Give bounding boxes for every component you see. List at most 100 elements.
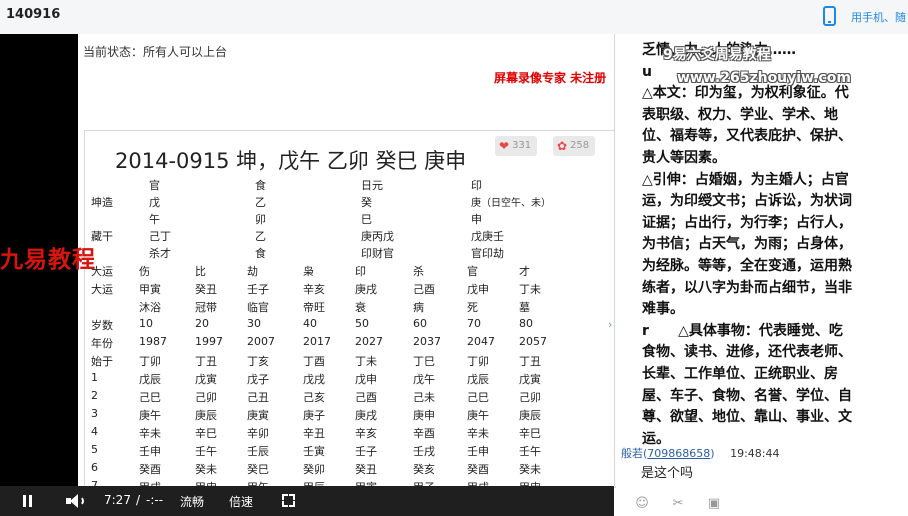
chart-cell: 己酉 <box>355 391 377 404</box>
chart-cell: 壬辰 <box>247 445 269 458</box>
flower-count: 258 <box>570 140 590 151</box>
chat-message-meta: 般若(709868658) 19:48:44 <box>621 447 780 460</box>
chart-cell: 壬子 <box>355 445 377 458</box>
mobile-link[interactable]: 用手机、随 <box>851 9 906 25</box>
chart-cell: 病 <box>413 301 424 314</box>
chart-cell: 癸酉 <box>467 463 489 476</box>
chart-cell: 才 <box>519 265 530 278</box>
chart-row-label: 1 <box>91 371 98 384</box>
lecture-line: 难事。 <box>642 301 684 318</box>
chart-cell: 庚丙戊 <box>361 230 394 243</box>
chart-row: 大运 甲寅 癸丑 壬子 辛亥 庚戌 己酉 戊申 丁未 <box>91 281 611 297</box>
chart-row: 岁数 10 20 30 40 50 60 70 80 <box>91 317 611 333</box>
chart-cell: 劫 <box>247 265 258 278</box>
chart-row-label: 6 <box>91 461 98 474</box>
chart-cell: 印 <box>471 179 482 192</box>
chart-cell: 申 <box>471 213 482 226</box>
fullscreen-icon[interactable] <box>282 494 295 507</box>
chart-row-label: 2 <box>91 389 98 402</box>
smile-icon[interactable]: ☺ <box>634 496 650 512</box>
chart-row: 4 辛未 辛巳 辛卯 辛丑 辛亥 辛酉 辛未 辛巳 <box>91 425 611 441</box>
chart-cell: 丁丑 <box>195 355 217 368</box>
chart-cell: 10 <box>139 317 153 330</box>
chart-cell: 50 <box>355 317 369 330</box>
chart-cell: 庚子 <box>303 409 325 422</box>
chart-cell: 辛巳 <box>195 427 217 440</box>
lecture-line: 为经脉。等等，全在变通，运用熟 <box>642 257 852 274</box>
site-watermark-url: www.265zhouyiw.com <box>677 70 851 86</box>
chart-cell: 丁卯 <box>467 355 489 368</box>
chart-cell: 癸丑 <box>195 283 217 296</box>
chart-row: 坤造 戊 乙 癸 庚（日空午、未） <box>91 194 611 210</box>
lecture-line: 食物、读书、进修，还代表老师、 <box>642 344 852 361</box>
chart-cell: 2007 <box>247 335 275 348</box>
chart-row: 3 庚午 庚辰 庚寅 庚子 庚戌 庚申 庚午 庚辰 <box>91 407 611 423</box>
chart-cell: 午 <box>149 213 160 226</box>
chart-cell: 己丑 <box>247 391 269 404</box>
heart-badge[interactable]: ❤ 331 <box>495 136 538 156</box>
chart-cell: 庚辰 <box>519 409 541 422</box>
chat-user-id[interactable]: 709868658 <box>647 447 710 460</box>
chart-cell: 戊子 <box>247 373 269 386</box>
chart-cell: 庚申 <box>413 409 435 422</box>
chart-cell: 40 <box>303 317 317 330</box>
time-separator: / <box>136 493 141 507</box>
chart-row: 大运伤比劫枭印杀官才 <box>91 263 611 279</box>
chat-user[interactable]: 般若 <box>621 447 643 460</box>
chart-cell: 30 <box>247 317 261 330</box>
chart-cell: 癸未 <box>195 463 217 476</box>
chat-message: 是这个吗 <box>641 466 694 481</box>
chart-cell: 丁丑 <box>519 355 541 368</box>
chart-cell: 庚午 <box>467 409 489 422</box>
chart-row-label: 年份 <box>91 337 113 350</box>
chart-cell: 壬寅 <box>303 445 325 458</box>
chart-cell: 壬申 <box>467 445 489 458</box>
quality-button[interactable]: 流畅 <box>180 493 204 510</box>
flower-badge[interactable]: ✿ 258 <box>553 136 596 156</box>
image-icon[interactable]: ▣ <box>706 496 722 512</box>
chart-cell: 丁未 <box>355 355 377 368</box>
chart-cell: 戊申 <box>355 373 377 386</box>
chart-cell: 衰 <box>355 301 366 314</box>
chart-cell: 卯 <box>255 213 266 226</box>
chart-cell: 死 <box>467 301 478 314</box>
chart-cell: 甲寅 <box>139 283 161 296</box>
chart-cell: 1997 <box>195 335 223 348</box>
chart-cell: 庚辰 <box>195 409 217 422</box>
lecture-line: 为书信；占天气，为雨；占身体， <box>642 236 852 253</box>
chart-row-label: 5 <box>91 443 98 456</box>
chart-row: 藏干 己丁乙庚丙戊 戊庚壬 <box>91 228 611 244</box>
volume-icon[interactable] <box>66 494 84 508</box>
player-controls: 7:27 / -:-- 流畅 倍速 <box>0 486 614 516</box>
lecture-line: 练者，以八字为卦而占细节，当非 <box>642 279 852 296</box>
chart-row-label: 3 <box>91 407 98 420</box>
chart-cell: 戊辰 <box>467 373 489 386</box>
chart-cell: 己酉 <box>413 283 435 296</box>
chart-cell: 戊 <box>149 196 160 209</box>
lecture-line: 表职级、权力、学业、学术、地 <box>642 106 838 123</box>
chart-cell: 壬戌 <box>413 445 435 458</box>
scissors-icon[interactable]: ✂ <box>670 496 686 512</box>
lecture-line: 证据；占出行，为行李；占行人， <box>642 214 852 231</box>
chart-row-label: 大运 <box>91 283 113 296</box>
chart-row: 始于 丁卯 丁丑 丁亥 丁酉 丁未 丁巳 丁卯 丁丑 <box>91 353 611 369</box>
chart-cell: 己丁 <box>149 230 171 243</box>
pause-icon[interactable] <box>22 495 34 507</box>
recorder-watermark: 屏幕录像专家 未注册 <box>494 71 607 85</box>
chart-cell: 沐浴 <box>139 301 161 314</box>
chart-cell: 己巳 <box>139 391 161 404</box>
chart-cell: 戊申 <box>467 283 489 296</box>
chart-cell: 壬午 <box>519 445 541 458</box>
chart-cell: 20 <box>195 317 209 330</box>
phone-icon[interactable] <box>823 6 836 26</box>
chart-cell: 壬子 <box>247 283 269 296</box>
collapse-arrow-icon[interactable]: › <box>608 318 612 331</box>
lecture-line: △本文：印为玺，为权利象征。代 <box>642 85 849 102</box>
chart-cell: 临官 <box>247 301 269 314</box>
chart-cell: 辛亥 <box>303 283 325 296</box>
chart-cell: 己卯 <box>195 391 217 404</box>
chart-cell: 癸亥 <box>413 463 435 476</box>
chart-cell: 己亥 <box>303 391 325 404</box>
chart-cell: 日元 <box>361 179 383 192</box>
speed-button[interactable]: 倍速 <box>229 493 253 510</box>
